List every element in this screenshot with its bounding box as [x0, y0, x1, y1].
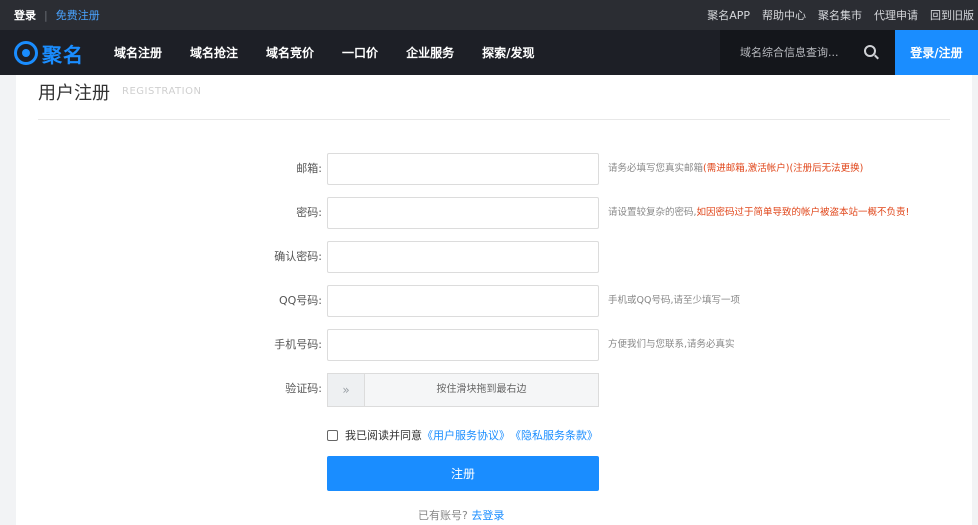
captcha-slider: » 按住滑块拖到最右边 — [327, 373, 599, 407]
phone-hint: 方便我们与您联系,请务必真实 — [608, 339, 735, 350]
registration-card: 用户注册 REGISTRATION 邮箱: 请务必填写您真实邮箱(需进邮箱,激活… — [16, 75, 972, 525]
password-hint-text: 请设置较复杂的密码, — [608, 207, 697, 218]
email-hint-warning: (需进邮箱,激活帐户)(注册后无法更换) — [703, 163, 864, 174]
top-login-link[interactable]: 登录 — [14, 7, 36, 23]
search-icon[interactable] — [864, 45, 876, 57]
password-label: 密码: — [296, 206, 322, 219]
email-label: 邮箱: — [296, 162, 322, 175]
email-row: 邮箱: 请务必填写您真实邮箱(需进邮箱,激活帐户)(注册后无法更换) — [16, 153, 972, 185]
slider-instruction: 按住滑块拖到最右边 — [436, 384, 527, 395]
nav-item-fixed-price[interactable]: 一口价 — [328, 44, 392, 61]
confirm-password-label: 确认密码: — [274, 250, 322, 263]
nav-item-explore[interactable]: 探索/发现 — [468, 44, 548, 61]
nav-item-domain-register[interactable]: 域名注册 — [100, 44, 176, 61]
have-account-text: 已有账号? — [418, 509, 468, 522]
logo-text: 聚名 — [42, 42, 84, 67]
register-button[interactable]: 注册 — [327, 456, 599, 491]
captcha-row: 验证码: » 按住滑块拖到最右边 — [16, 373, 972, 407]
qq-row: QQ号码: 手机或QQ号码,请至少填写一项 — [16, 285, 972, 317]
title-divider — [38, 119, 950, 120]
top-bar: 登录 | 免费注册 聚名APP 帮助中心 聚名集市 代理申请 回到旧版 — [0, 0, 978, 30]
confirm-password-row: 确认密码: — [16, 241, 972, 273]
agree-text: 我已阅读并同意 — [345, 429, 422, 442]
login-register-button[interactable]: 登录/注册 — [895, 30, 978, 75]
password-row: 密码: 请设置较复杂的密码,如因密码过于简单导致的帐户被盗本站一概不负责! — [16, 197, 972, 229]
top-link-market[interactable]: 聚名集市 — [818, 7, 862, 23]
phone-row: 手机号码: 方便我们与您联系,请务必真实 — [16, 329, 972, 361]
nav-item-domain-auction[interactable]: 域名竞价 — [252, 44, 328, 61]
top-link-help[interactable]: 帮助中心 — [762, 7, 806, 23]
logo[interactable]: 聚名 — [14, 38, 84, 68]
agreement-row: 我已阅读并同意 《用户服务协议》 《隐私服务条款》 — [327, 427, 598, 443]
double-chevron-right-icon: » — [342, 383, 350, 397]
email-field[interactable] — [327, 153, 599, 185]
password-hint-warning: 如因密码过于简单导致的帐户被盗本站一概不负责! — [696, 207, 910, 218]
email-hint: 请务必填写您真实邮箱(需进邮箱,激活帐户)(注册后无法更换) — [608, 153, 863, 185]
top-link-agent[interactable]: 代理申请 — [874, 7, 918, 23]
qq-hint: 手机或QQ号码,请至少填写一项 — [608, 295, 740, 306]
top-link-app[interactable]: 聚名APP — [707, 7, 750, 23]
privacy-policy-link[interactable]: 《隐私服务条款》 — [510, 427, 598, 443]
email-hint-text: 请务必填写您真实邮箱 — [608, 163, 704, 174]
search-input[interactable] — [740, 46, 870, 59]
top-register-link[interactable]: 免费注册 — [56, 7, 100, 23]
nav-item-domain-snap[interactable]: 域名抢注 — [176, 44, 252, 61]
agree-checkbox[interactable] — [327, 429, 338, 441]
qq-field[interactable] — [327, 285, 599, 317]
logo-icon — [14, 41, 38, 65]
user-agreement-link[interactable]: 《用户服务协议》 — [422, 427, 510, 443]
nav-item-enterprise[interactable]: 企业服务 — [392, 44, 468, 61]
phone-label: 手机号码: — [274, 338, 322, 351]
phone-field[interactable] — [327, 329, 599, 361]
password-field[interactable] — [327, 197, 599, 229]
captcha-label: 验证码: — [285, 382, 322, 395]
top-separator: | — [44, 8, 48, 22]
go-login-link[interactable]: 去登录 — [471, 509, 504, 522]
top-link-old-version[interactable]: 回到旧版 — [930, 7, 974, 23]
page-subtitle: REGISTRATION — [122, 86, 202, 97]
main-nav: 聚名 域名注册 域名抢注 域名竞价 一口价 企业服务 探索/发现 登录/注册 — [0, 30, 978, 75]
password-hint: 请设置较复杂的密码,如因密码过于简单导致的帐户被盗本站一概不负责! — [608, 197, 909, 229]
page-title: 用户注册 — [38, 83, 110, 104]
confirm-password-field[interactable] — [327, 241, 599, 273]
nav-search — [720, 30, 895, 75]
qq-label: QQ号码: — [278, 294, 322, 307]
slider-handle[interactable]: » — [328, 374, 365, 406]
